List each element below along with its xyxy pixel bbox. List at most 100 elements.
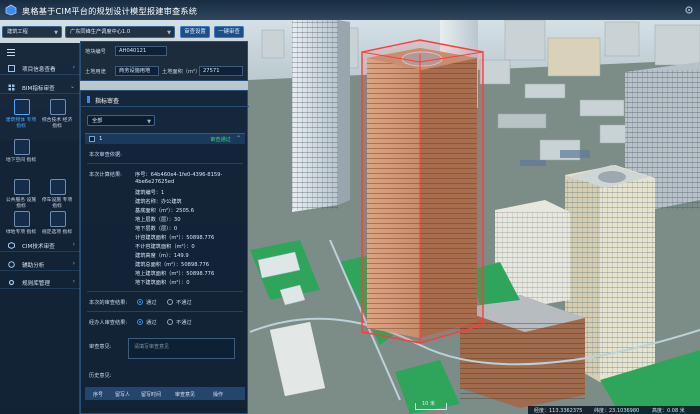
system-fail-radio xyxy=(167,299,173,305)
result-line: 4be6e27625ed xyxy=(135,179,175,185)
sidebar-item-cim-review[interactable]: CIM技术审查 › xyxy=(0,239,80,252)
manual-fail-radio[interactable] xyxy=(167,319,173,325)
project-select[interactable]: 广东同峰生产调度中心1.0 ▼ xyxy=(65,26,175,38)
one-click-audit-button[interactable]: 一键审查 xyxy=(214,26,244,38)
result-line: 建筑名称：办公建筑 xyxy=(135,199,182,205)
title-bar: 奥格基于CIM平台的规划设计模型报建审查系统 xyxy=(0,0,700,20)
filter-value: 全部 xyxy=(92,118,103,124)
result-line: 序号：64b460e4-1fe0-4396-8159- xyxy=(135,172,223,178)
status-filter-select[interactable]: 全部 ▼ xyxy=(87,115,155,126)
tile-label: 地下空间 指标 xyxy=(5,158,37,163)
tile-building-indicators[interactable]: 建筑物体 专项指标 xyxy=(4,99,38,132)
tile-label: 公共服务 设施指标 xyxy=(5,198,37,209)
opinion-textarea[interactable]: 请填写审查意见 xyxy=(128,338,235,359)
chevron-up-icon[interactable]: ⌃ xyxy=(236,135,241,142)
project-type-value: 建筑工程 xyxy=(7,29,28,35)
tile-label: 综合技术 经济指标 xyxy=(41,118,73,129)
sidebar-item-label: 辅助分析 xyxy=(22,263,45,269)
analysis-icon xyxy=(8,261,15,268)
indicator-review-panel: 指标审查 全部 ▼ 1 审查通过 ⌃ 本次审查依据: 本次计算结果: 序号：64b… xyxy=(80,90,249,414)
radio-label: 通过 xyxy=(146,320,157,326)
tile-label: 绿地专项 指标 xyxy=(5,230,37,235)
audit-settings-button[interactable]: 审查设置 xyxy=(180,26,210,38)
panel-header: 指标审查 xyxy=(81,91,249,107)
tile-public-service-indicators[interactable]: 公共服务 设施指标 xyxy=(4,179,38,212)
sidebar-item-label: CIM技术审查 xyxy=(22,244,55,250)
sidebar-item-project-info[interactable]: 项目信息查看 › xyxy=(0,62,80,75)
sidebar-item-bim-review[interactable]: BIM指标审查 ⌄ xyxy=(0,81,80,94)
record-number: 1 xyxy=(99,136,103,142)
people-icon xyxy=(14,179,30,195)
column-header: 序号 xyxy=(93,392,104,398)
radio-label: 不通过 xyxy=(176,300,192,306)
result-line: 地上建筑面积（m²）：50898.776 xyxy=(135,271,215,277)
project-type-select[interactable]: 建筑工程 ▼ xyxy=(2,26,62,38)
tile-parking-indicators[interactable]: 停车设施 专项指标 xyxy=(40,179,74,212)
parcel-info-panel: 地块编号 AH040121 土地用途 商务设施用地 土地面积（m²） 27571 xyxy=(80,41,248,81)
tile-economic-indicators[interactable]: 综合技术 经济指标 xyxy=(40,99,74,132)
chevron-right-icon: › xyxy=(72,241,75,248)
header-accent-bar xyxy=(87,96,90,103)
result-line: 地下层数（层）：0 xyxy=(135,226,178,232)
audit-basis-label: 本次审查依据: xyxy=(89,152,122,158)
map-scale-bar: 10 米 xyxy=(415,401,447,410)
tree-icon xyxy=(14,211,30,227)
column-header: 操作 xyxy=(213,392,224,398)
tile-label: 停车设施 专项指标 xyxy=(41,198,73,209)
sidebar-item-assist-analysis[interactable]: 辅助分析 › xyxy=(0,258,80,271)
app-title: 奥格基于CIM平台的规划设计模型报建审查系统 xyxy=(22,6,198,16)
car-icon xyxy=(50,179,66,195)
sidebar-item-rule-library[interactable]: 规则库管理 › xyxy=(0,276,80,289)
settings-icon[interactable] xyxy=(684,5,694,15)
divider xyxy=(87,311,243,312)
land-area-label: 土地面积（m²） xyxy=(162,69,201,75)
result-line: 建筑高度（m）：149.9 xyxy=(135,253,189,259)
chevron-right-icon: › xyxy=(72,278,75,285)
history-label: 历史意见: xyxy=(89,373,112,379)
tile-label: 建筑物体 专项指标 xyxy=(5,118,37,129)
radio-label: 不通过 xyxy=(176,320,192,326)
selected-building-highlight xyxy=(361,39,484,344)
app-logo-icon xyxy=(5,4,17,16)
review-record-header[interactable]: 1 审查通过 ⌃ xyxy=(85,133,245,144)
status-badge: 审查通过 xyxy=(210,137,231,143)
result-line: 建筑总面积（m²）：50898.776 xyxy=(135,262,210,268)
history-table-header: 序号 留写人 留写时间 审查意见 操作 xyxy=(85,387,245,400)
panel-title: 指标审查 xyxy=(95,98,120,105)
radio-label: 通过 xyxy=(146,300,157,306)
project-value: 广东同峰生产调度中心1.0 xyxy=(70,29,131,35)
column-header: 留写时间 xyxy=(141,392,162,398)
chevron-right-icon: › xyxy=(72,260,75,267)
gear-icon xyxy=(8,279,15,286)
result-line: 地上层数（层）：30 xyxy=(135,217,181,223)
document-icon xyxy=(8,65,15,72)
sidebar-item-label: 规则库管理 xyxy=(22,281,50,287)
tile-underground-indicators[interactable]: 地下空间 指标 xyxy=(4,139,38,172)
parcel-code-label: 地块编号 xyxy=(85,49,106,55)
calc-result-label: 本次计算结果: xyxy=(89,172,122,178)
layers-icon xyxy=(14,139,30,155)
chevron-down-icon: ▼ xyxy=(54,30,58,36)
land-use-label: 土地用途 xyxy=(85,69,106,75)
sidebar-item-label: BIM指标审查 xyxy=(22,86,55,92)
parcel-code-value: AH040121 xyxy=(115,46,167,56)
chevron-down-icon: ▼ xyxy=(167,30,171,36)
longitude: 经度：113.3362375 xyxy=(534,408,583,414)
opinion-label: 审查意见: xyxy=(89,344,112,350)
menu-icon[interactable] xyxy=(7,49,15,56)
coordinate-readout: 经度：113.3362375 纬度：23.1036980 高度：0.08 米 xyxy=(528,406,700,414)
divider xyxy=(87,291,243,292)
column-header: 审查意见 xyxy=(175,392,196,398)
result-line: 计容建筑面积（m²）：50898.776 xyxy=(135,235,215,241)
result-line: 不计容建筑面积（m²）：0 xyxy=(135,244,195,250)
divider xyxy=(87,163,243,164)
chevron-right-icon: › xyxy=(72,64,75,71)
manual-pass-radio[interactable] xyxy=(137,319,143,325)
building-icon xyxy=(14,99,30,115)
result-line: 基底面积（m²）：2505.6 xyxy=(135,208,194,214)
record-checkbox[interactable] xyxy=(89,136,95,142)
column-header: 留写人 xyxy=(115,392,131,398)
sidebar-item-label: 项目信息查看 xyxy=(22,67,56,73)
grid-icon xyxy=(8,84,15,91)
chevron-down-icon: ⌄ xyxy=(69,83,75,90)
